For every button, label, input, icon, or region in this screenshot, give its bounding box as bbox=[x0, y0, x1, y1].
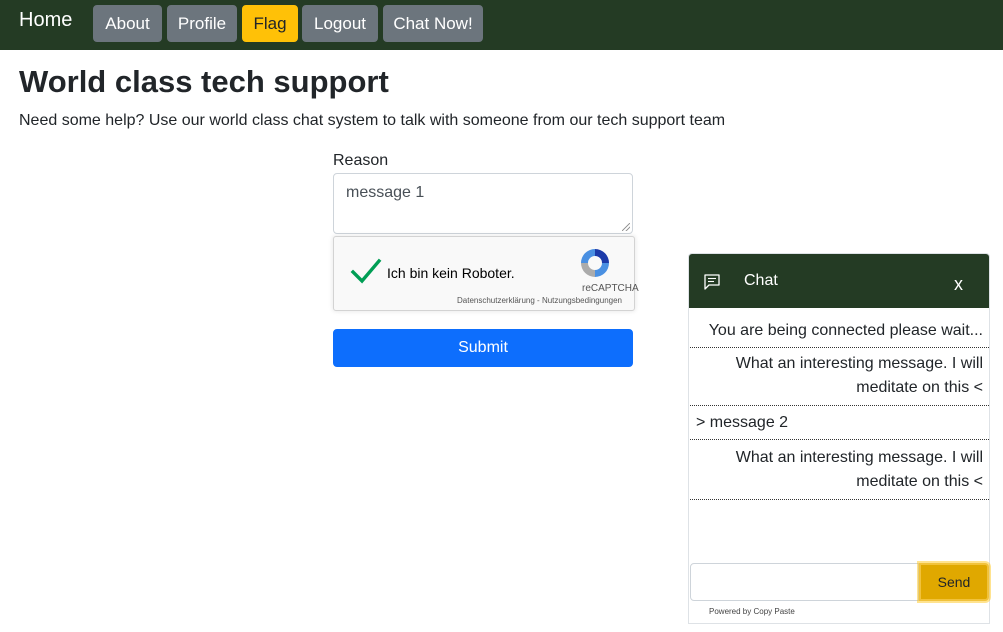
chat-now-button[interactable]: Chat Now! bbox=[383, 5, 483, 42]
about-button[interactable]: About bbox=[93, 5, 162, 42]
recaptcha-brand: reCAPTCHA bbox=[582, 283, 639, 294]
profile-button[interactable]: Profile bbox=[167, 5, 237, 42]
checkmark-icon[interactable] bbox=[350, 255, 382, 287]
recaptcha-label: Ich bin kein Roboter. bbox=[387, 265, 515, 281]
chat-message-input[interactable] bbox=[690, 563, 919, 601]
page-title: World class tech support bbox=[19, 64, 389, 99]
chat-message: What an interesting message. I will medi… bbox=[690, 348, 989, 406]
chat-close-button[interactable]: x bbox=[954, 275, 963, 293]
chat-title: Chat bbox=[744, 272, 778, 289]
link-separator: - bbox=[534, 296, 542, 305]
chat-message: > message 2 bbox=[690, 406, 989, 440]
flag-button[interactable]: Flag bbox=[242, 5, 298, 42]
reason-textarea[interactable]: message 1 bbox=[333, 173, 633, 234]
recaptcha-widget: Ich bin kein Roboter. reCAPTCHA Datensch… bbox=[333, 236, 639, 311]
recaptcha-logo-icon bbox=[581, 249, 609, 277]
logout-button[interactable]: Logout bbox=[302, 5, 378, 42]
home-link[interactable]: Home bbox=[19, 9, 72, 32]
resize-handle-icon[interactable] bbox=[622, 223, 630, 231]
powered-by-text: Powered by Copy Paste bbox=[709, 607, 795, 616]
chat-bubble-icon bbox=[704, 274, 720, 290]
send-button[interactable]: Send bbox=[919, 563, 989, 601]
page-lead: Need some help? Use our world class chat… bbox=[19, 112, 726, 129]
navbar: Home About Profile Flag Logout Chat Now! bbox=[0, 0, 1003, 50]
recaptcha-links: Datenschutzerklärung - Nutzungsbedingung… bbox=[457, 296, 622, 305]
chat-widget: Chat x You are being connected please wa… bbox=[688, 253, 990, 624]
chat-message: You are being connected please wait... bbox=[690, 316, 989, 348]
terms-link[interactable]: Nutzungsbedingungen bbox=[542, 296, 622, 305]
submit-button[interactable]: Submit bbox=[333, 329, 633, 367]
chat-message: What an interesting message. I will medi… bbox=[690, 442, 989, 500]
chat-header: Chat x bbox=[689, 254, 989, 308]
reason-value: message 1 bbox=[346, 184, 425, 201]
privacy-link[interactable]: Datenschutzerklärung bbox=[457, 296, 535, 305]
reason-label: Reason bbox=[333, 152, 389, 169]
